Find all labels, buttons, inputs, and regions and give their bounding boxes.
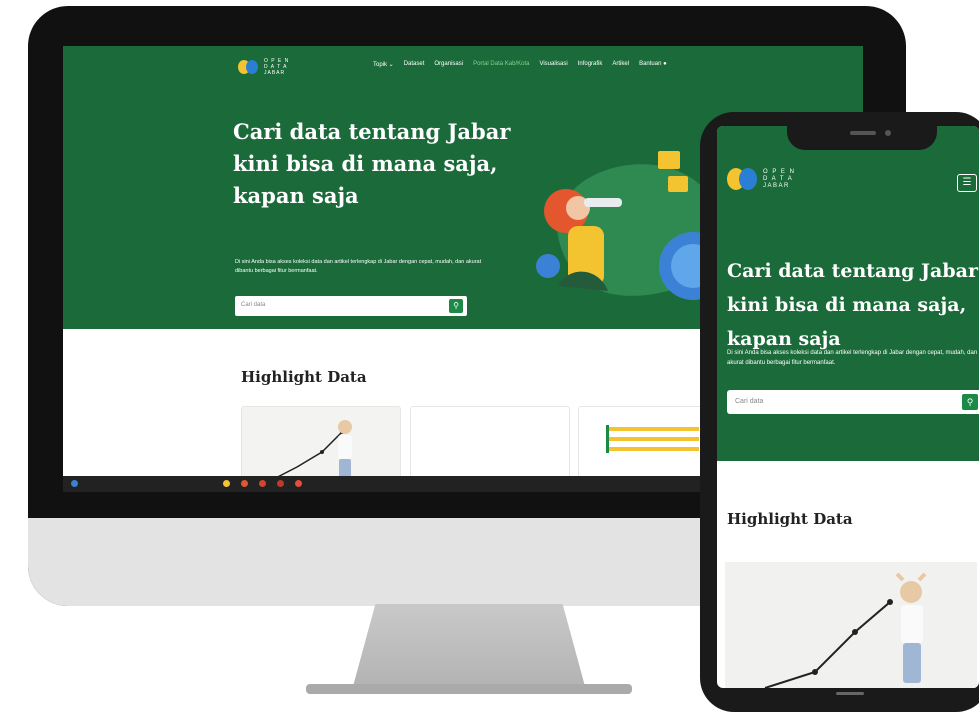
phone-camera [885,130,891,136]
monitor-stand-base [306,684,632,694]
open-data-jabar-logo-icon [238,60,258,74]
phone-highlight-photo[interactable] [725,562,977,688]
nav-item-dataset[interactable]: Dataset [404,61,425,68]
app-icon[interactable] [259,480,266,487]
child-photo-image [725,562,977,688]
app-icon[interactable] [277,480,284,487]
search-icon[interactable]: ⚲ [449,299,463,313]
nav-item-bantuan[interactable]: Bantuan ● [639,61,667,68]
nav-item-portal-data[interactable]: Portal Data Kab/Kota [473,61,529,68]
search-placeholder: Cari data [735,398,764,405]
nav-item-organisasi[interactable]: Organisasi [434,61,463,68]
chrome-icon[interactable] [241,480,248,487]
phone-home-indicator [836,692,864,695]
app-icon[interactable] [295,480,302,487]
highlight-card-blank[interactable] [410,406,570,486]
child-photo-image [242,407,400,485]
open-data-jabar-logo-icon [727,168,757,190]
desktop-nav: Topik ⌄ Dataset Organisasi Portal Data K… [373,61,667,68]
desktop-hero-subtitle: Di sini Anda bisa akses koleksi data dan… [235,259,482,274]
windows-start-icon[interactable] [71,480,78,487]
phone-hero: O P E N D A T A JABAR ☰ Cari data tentan… [717,126,979,461]
desktop-search-input[interactable]: Cari data ⚲ [235,296,467,316]
desktop-hero-title: Cari data tentang Jabar kini bisa di man… [233,119,511,208]
logo-text: O P E N D A T A JABAR [763,168,796,189]
nav-item-artikel[interactable]: Artikel [612,61,629,68]
search-icon[interactable]: ⚲ [962,394,978,410]
desktop-logo[interactable]: O P E N D A T A JABAR [238,58,289,76]
nav-item-visualisasi[interactable]: Visualisasi [539,61,567,68]
phone-hero-subtitle: Di sini Anda bisa akses koleksi data dan… [727,350,978,366]
nav-item-infografik[interactable]: Infografik [578,61,603,68]
nav-item-topik[interactable]: Topik ⌄ [373,61,394,68]
monitor-stand [352,604,586,690]
hamburger-menu-icon[interactable]: ☰ [957,174,977,192]
logo-text: O P E N D A T A JABAR [264,58,290,76]
phone-search-input[interactable]: Cari data ⚲ [727,390,979,414]
desktop-highlight-title: Highlight Data [241,368,367,386]
highlight-card-photo[interactable] [241,406,401,486]
phone-speaker [850,131,876,135]
folder-icon[interactable] [223,480,230,487]
phone-screen: O P E N D A T A JABAR ☰ Cari data tentan… [717,126,979,688]
search-placeholder: Cari data [241,302,266,308]
phone-hero-title: Cari data tentang Jabar kini bisa di man… [727,260,978,350]
phone-logo[interactable]: O P E N D A T A JABAR [727,168,795,190]
phone-highlight-title: Highlight Data [727,510,853,528]
